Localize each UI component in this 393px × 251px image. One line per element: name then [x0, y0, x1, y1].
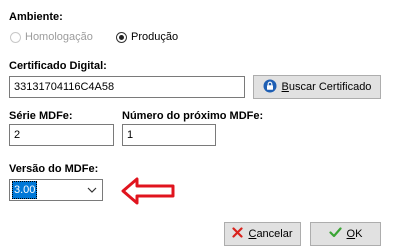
certificado-value: 33131704116C4A58 [14, 81, 115, 93]
radio-label-producao: Produção [131, 31, 179, 43]
radio-circle [10, 31, 21, 43]
ok-button[interactable]: OK [310, 222, 381, 246]
versao-value: 3.00 [12, 181, 38, 199]
serie-value: 2 [14, 129, 21, 141]
numero-input[interactable]: 1 [122, 124, 216, 146]
radio-label-homologacao: Homologação [25, 31, 93, 43]
lock-icon [263, 79, 277, 96]
buscar-certificado-button[interactable]: Buscar Certificado [253, 75, 381, 99]
certificado-label: Certificado Digital: [9, 60, 107, 72]
radio-producao[interactable]: Produção [116, 30, 178, 44]
serie-input[interactable]: 2 [9, 124, 114, 146]
buscar-certificado-label: uscar Certificado [288, 81, 372, 93]
annotation-arrow-icon [121, 176, 177, 209]
versao-select[interactable]: 3.00 [9, 179, 103, 201]
versao-label: Versão do MDFe: [9, 163, 99, 175]
x-icon [232, 227, 244, 241]
numero-value: 1 [127, 129, 134, 141]
chevron-down-icon [87, 187, 97, 193]
cancelar-label: ancelar [256, 228, 293, 240]
numero-label: Número do próximo MDFe: [122, 110, 264, 122]
radio-homologacao[interactable]: Homologação [10, 30, 93, 44]
radio-circle [116, 31, 127, 43]
check-icon [328, 227, 342, 241]
cancelar-button[interactable]: Cancelar [224, 222, 301, 246]
ambiente-label: Ambiente: [9, 11, 63, 23]
serie-label: Série MDFe: [9, 110, 73, 122]
ok-label: K [355, 228, 363, 240]
certificado-input[interactable]: 33131704116C4A58 [9, 76, 245, 98]
